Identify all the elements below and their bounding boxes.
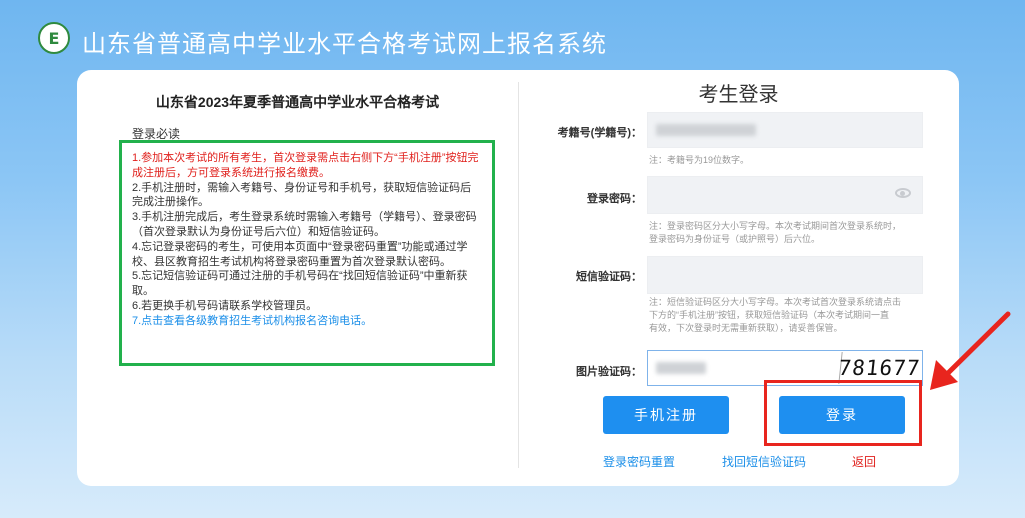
notice-item: 1.参加本次考试的所有考生，首次登录需点击右侧下方“手机注册”按钮完成注册后，方… <box>132 152 479 179</box>
captcha-input-value <box>656 362 706 374</box>
header: E 山东省普通高中学业水平合格考试网上报名系统 <box>0 0 1025 78</box>
reset-password-link[interactable]: 登录密码重置 <box>603 453 675 470</box>
highlight-box <box>764 380 922 446</box>
student-id-hint: 注：考籍号为19位数字。 <box>649 155 750 165</box>
password-hint: 注：登录密码区分大小写字母。本次考试期间首次登录系统时， 登录密码为身份证号（或… <box>649 221 902 244</box>
notice-item: 5.忘记短信验证码可通过注册的手机号码在“找回短信验证码”中重新获取。 <box>132 270 468 298</box>
exam-title: 山东省2023年夏季普通高中学业水平合格考试 <box>155 94 440 110</box>
student-id-value <box>656 124 756 136</box>
notice-item-consult-link[interactable]: 7.点击查看各级教育招生考试机构报名咨询电话。 <box>132 314 482 329</box>
student-id-label: 考籍号(学籍号)： <box>557 127 642 139</box>
student-id-input[interactable] <box>647 112 923 148</box>
eye-icon[interactable] <box>895 188 911 198</box>
back-link[interactable]: 返回 <box>852 453 876 470</box>
notice-item: 3.手机注册完成后，考生登录系统时需输入考籍号（学籍号）、登录密码（首次登录默认… <box>132 211 477 238</box>
notice-item: 6.若更换手机号码请联系学校管理员。 <box>132 299 318 312</box>
password-input[interactable] <box>647 176 923 214</box>
notice-item: 4.忘记登录密码的考生，可使用本页面中“登录密码重置”功能或通过学校、县区教育招… <box>132 240 468 268</box>
captcha-label: 图片验证码： <box>576 366 642 378</box>
notice-item: 2.手机注册时，需输入考籍号、身份证号和手机号，获取短信验证码后完成注册操作。 <box>132 181 472 209</box>
recover-sms-link[interactable]: 找回短信验证码 <box>722 453 806 470</box>
divider <box>518 82 519 468</box>
notice-box: 1.参加本次考试的所有考生，首次登录需点击右侧下方“手机注册”按钮完成注册后，方… <box>119 140 495 366</box>
login-title: 考生登录 <box>698 84 779 106</box>
register-button[interactable]: 手机注册 <box>603 396 729 434</box>
system-title: 山东省普通高中学业水平合格考试网上报名系统 <box>82 30 607 58</box>
sms-code-hint: 注：短信验证码区分大小写字母。本次考试首次登录系统请点击 下方的“手机注册”按钮… <box>649 297 902 333</box>
sms-code-label: 短信验证码： <box>576 271 642 283</box>
logo-icon: E <box>38 22 70 54</box>
password-label: 登录密码： <box>587 193 642 205</box>
sms-code-input[interactable] <box>647 256 923 294</box>
